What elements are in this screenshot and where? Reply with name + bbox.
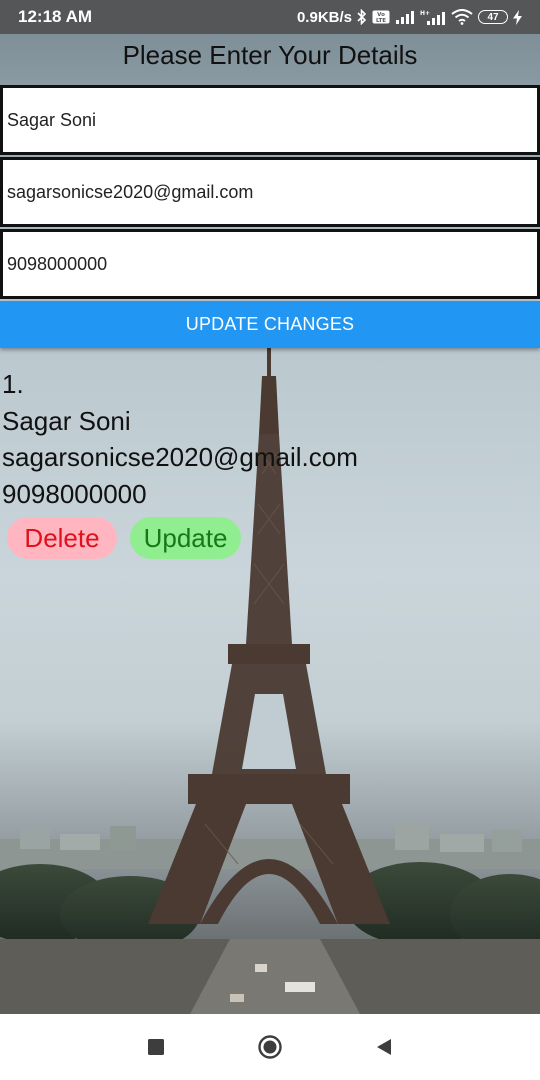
email-input[interactable] (0, 157, 540, 227)
bluetooth-icon (357, 9, 367, 25)
battery-level: 47 (487, 11, 499, 23)
network-speed: 0.9KB/s (296, 8, 352, 26)
status-time: 12:18 AM (18, 7, 93, 26)
update-button[interactable]: Update (130, 517, 241, 559)
volte-icon: Vo LTE (372, 10, 390, 24)
name-input[interactable] (0, 85, 540, 155)
home-circle-icon[interactable] (257, 1034, 283, 1060)
signal-icon (395, 10, 415, 24)
status-bar: 12:18 AM 0.9KB/s Vo LTE H+ 47 (0, 0, 540, 34)
page-title: Please Enter Your Details (122, 40, 418, 70)
recents-square-icon[interactable] (143, 1034, 169, 1060)
charging-icon (513, 9, 522, 25)
record-name: Sagar Soni (2, 405, 131, 436)
svg-text:H+: H+ (420, 10, 430, 17)
phone-input[interactable] (0, 229, 540, 299)
back-triangle-icon[interactable] (371, 1034, 397, 1060)
signal-hplus-icon: H+ (420, 9, 446, 25)
list-item: 1. Sagar Soni sagarsonicse2020@gmail.com… (2, 366, 358, 512)
delete-button[interactable]: Delete (7, 517, 117, 559)
status-indicators: 0.9KB/s Vo LTE H+ 47 (297, 9, 522, 26)
svg-text:LTE: LTE (376, 18, 386, 24)
record-index: 1. (2, 369, 24, 399)
record-phone: 9098000000 (2, 478, 147, 509)
record-email: sagarsonicse2020@gmail.com (2, 442, 358, 472)
app-screen: Please Enter Your Details UPDATE CHANGES… (0, 34, 540, 1014)
battery-icon: 47 (478, 10, 508, 24)
avenue (0, 939, 540, 1014)
wifi-icon (451, 9, 473, 25)
update-changes-button[interactable]: UPDATE CHANGES (0, 301, 540, 348)
navigation-bar (0, 1014, 540, 1080)
